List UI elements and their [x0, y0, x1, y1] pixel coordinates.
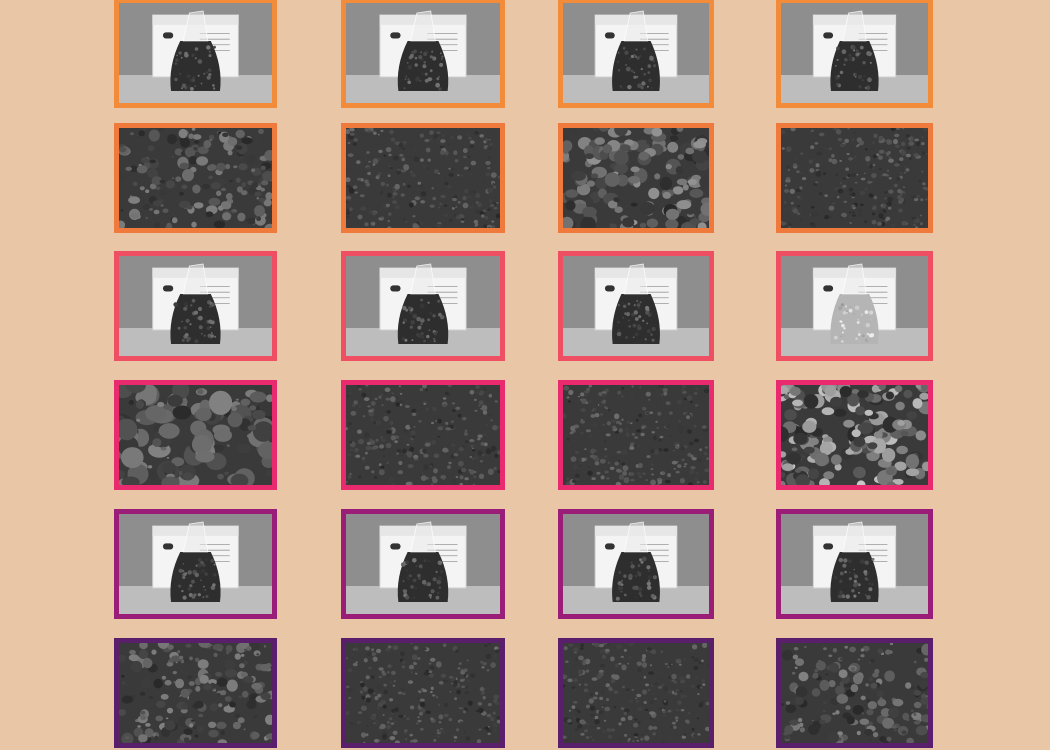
soil-texture-tile — [114, 123, 277, 233]
soil-texture-image — [119, 128, 272, 228]
soil-texture-image — [781, 643, 928, 743]
bag-photo-image — [119, 256, 272, 356]
bag-photo-tile — [341, 251, 505, 361]
bag-photo-tile — [558, 251, 714, 361]
bag-photo-tile — [776, 0, 933, 108]
bag-photo-tile — [114, 251, 277, 361]
bag-photo-tile — [776, 509, 933, 619]
soil-texture-image — [781, 128, 928, 228]
bag-photo-image — [563, 514, 709, 614]
bag-photo-tile — [558, 509, 714, 619]
soil-texture-image — [563, 128, 709, 228]
soil-texture-tile — [558, 380, 714, 490]
bag-photo-image — [781, 514, 928, 614]
bag-photo-tile — [114, 0, 277, 108]
soil-texture-image — [119, 643, 272, 743]
soil-texture-tile — [114, 638, 277, 748]
soil-texture-tile — [341, 638, 505, 748]
bag-photo-image — [563, 3, 709, 103]
bag-photo-tile — [341, 0, 505, 108]
soil-texture-image — [119, 385, 272, 485]
soil-texture-image — [563, 643, 709, 743]
soil-texture-image — [346, 128, 500, 228]
bag-photo-image — [346, 3, 500, 103]
soil-texture-tile — [558, 638, 714, 748]
bag-photo-image — [119, 514, 272, 614]
soil-texture-image — [563, 385, 709, 485]
soil-texture-image — [781, 385, 928, 485]
bag-photo-image — [119, 3, 272, 103]
bag-photo-tile — [776, 251, 933, 361]
bag-photo-image — [781, 3, 928, 103]
soil-texture-tile — [776, 380, 933, 490]
soil-texture-image — [346, 385, 500, 485]
bag-photo-tile — [114, 509, 277, 619]
soil-texture-tile — [776, 123, 933, 233]
soil-texture-image — [346, 643, 500, 743]
soil-texture-tile — [341, 123, 505, 233]
soil-texture-tile — [776, 638, 933, 748]
bag-photo-image — [563, 256, 709, 356]
bag-photo-image — [346, 256, 500, 356]
bag-photo-image — [781, 256, 928, 356]
soil-texture-tile — [558, 123, 714, 233]
soil-texture-tile — [114, 380, 277, 490]
bag-photo-image — [346, 514, 500, 614]
soil-texture-tile — [341, 380, 505, 490]
photo-grid — [0, 0, 1050, 750]
bag-photo-tile — [558, 0, 714, 108]
bag-photo-tile — [341, 509, 505, 619]
